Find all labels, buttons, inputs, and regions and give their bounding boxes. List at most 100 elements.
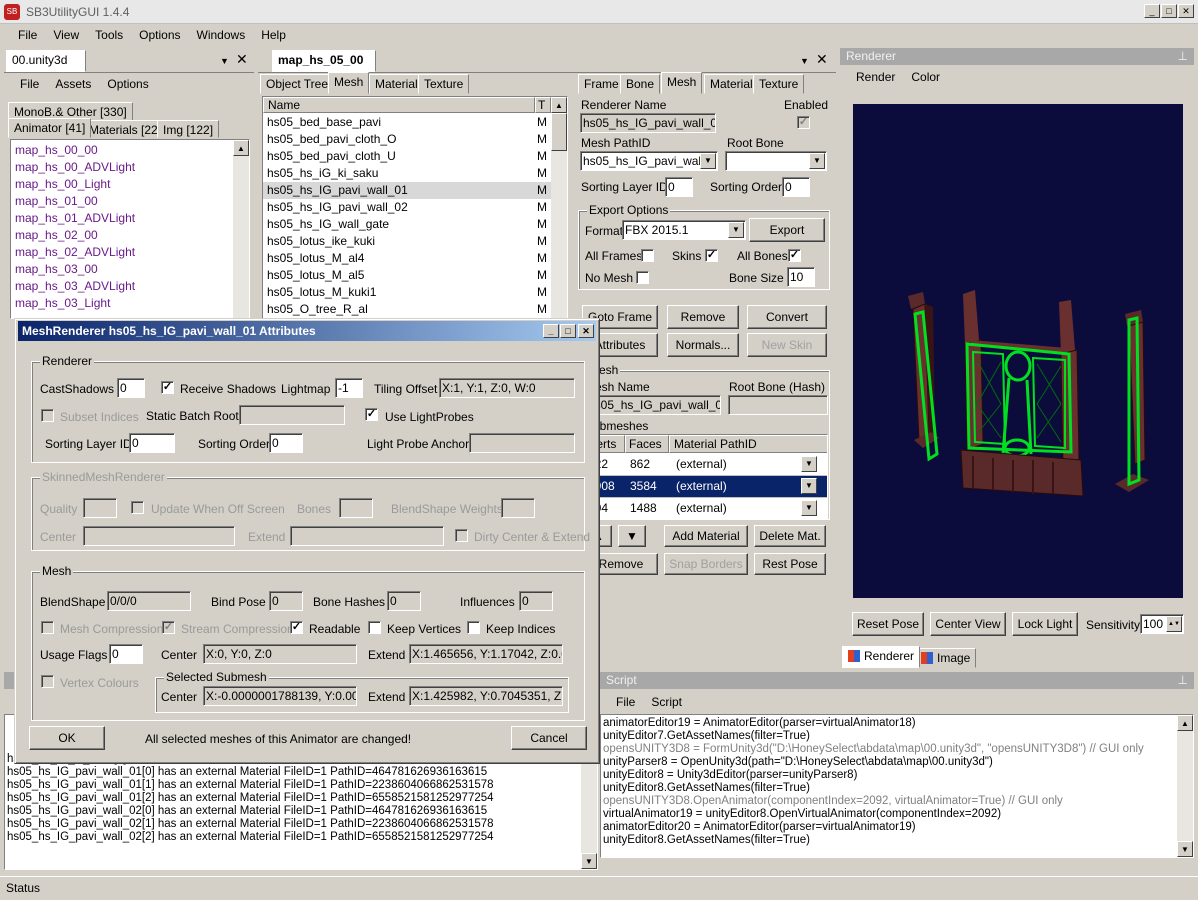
- animator-list-item[interactable]: map_hs_03_00: [11, 261, 249, 278]
- menu-color[interactable]: Color: [911, 70, 940, 84]
- snap-borders-button[interactable]: Snap Borders: [664, 553, 748, 575]
- chevron-down-icon[interactable]: ▼: [801, 478, 817, 494]
- chevron-down-icon[interactable]: ▼: [700, 153, 716, 169]
- quality-field[interactable]: [83, 498, 117, 518]
- tab-texture-props[interactable]: Texture: [753, 74, 805, 94]
- maximize-button[interactable]: □: [560, 324, 576, 338]
- menu-windows[interactable]: Windows: [197, 28, 246, 42]
- lock-light-button[interactable]: Lock Light: [1012, 612, 1078, 636]
- close-icon[interactable]: ✕: [1178, 4, 1194, 18]
- column-header-name[interactable]: Name: [263, 97, 535, 113]
- panel-close-icon[interactable]: ✕: [236, 52, 248, 66]
- renderer-name-field[interactable]: hs05_hs_IG_pavi_wall_01: [580, 113, 716, 133]
- all-frames-checkbox[interactable]: [641, 249, 654, 262]
- lightmap-field[interactable]: -1: [335, 378, 363, 398]
- chevron-down-icon[interactable]: ▼: [801, 456, 817, 472]
- update-offscreen-checkbox[interactable]: [131, 501, 144, 514]
- sensitivity-stepper[interactable]: 100 ▲▼: [1140, 614, 1184, 634]
- submesh-row[interactable]: 8041488(external)▼: [585, 498, 827, 519]
- script-menu-script[interactable]: Script: [651, 695, 682, 709]
- animator-list-item[interactable]: map_hs_01_00: [11, 193, 249, 210]
- cast-shadows-field[interactable]: 0: [117, 378, 145, 398]
- animator-list-item[interactable]: map_hs_02_00: [11, 227, 249, 244]
- rest-pose-button[interactable]: Rest Pose: [754, 553, 826, 575]
- left-menu-file[interactable]: File: [20, 77, 39, 91]
- mesh-name-field[interactable]: hs05_hs_IG_pavi_wall_01: [585, 395, 721, 415]
- sorting-layer-field[interactable]: 0: [665, 177, 693, 197]
- submesh-row[interactable]: 622862(external)▼: [585, 454, 827, 476]
- sorting-order-field[interactable]: 0: [782, 177, 810, 197]
- chevron-down-icon[interactable]: ▼: [728, 222, 744, 238]
- tab-animator[interactable]: Animator [41]: [8, 118, 92, 138]
- script-scrollbar[interactable]: ▲ ▼: [1177, 715, 1193, 857]
- extend-field[interactable]: [290, 526, 444, 546]
- scroll-up-icon[interactable]: ▲: [233, 140, 249, 156]
- submesh-row[interactable]: 1908 3584 (external) ▼: [585, 476, 827, 498]
- remove-button[interactable]: Remove: [667, 305, 739, 329]
- new-skin-button[interactable]: New Skin: [747, 333, 827, 357]
- mesh-list-row[interactable]: hs05_lotus_ike_kuki M: [263, 233, 551, 250]
- tab-object-tree[interactable]: Object Tree: [260, 74, 335, 94]
- mesh-list-row[interactable]: hs05_lotus_M_al4 M: [263, 250, 551, 267]
- center-view-button[interactable]: Center View: [930, 612, 1006, 636]
- tab-unity3d-file[interactable]: 00.unity3d: [6, 50, 86, 72]
- tab-bone[interactable]: Bone: [620, 74, 661, 94]
- animator-list-item[interactable]: map_hs_00_00: [11, 142, 249, 159]
- mesh-extend-field[interactable]: X:1.465656, Y:1.17042, Z:0.092: [409, 644, 563, 664]
- tab-materials[interactable]: Materials [22]: [83, 120, 168, 138]
- tab-mesh-props[interactable]: Mesh: [661, 72, 703, 94]
- animator-list-item[interactable]: map_hs_00_Light: [11, 176, 249, 193]
- bone-hashes-field[interactable]: 0: [387, 591, 421, 611]
- tab-material[interactable]: Material: [369, 74, 424, 94]
- sorting-order-field[interactable]: 0: [269, 433, 303, 453]
- animator-list-item[interactable]: map_hs_00_ADVLight: [11, 159, 249, 176]
- bone-size-field[interactable]: 10: [787, 267, 815, 287]
- keep-indices-checkbox[interactable]: [467, 621, 480, 634]
- chevron-down-icon[interactable]: ▼: [801, 500, 817, 516]
- blendshape-weights-field[interactable]: [501, 498, 535, 518]
- convert-button[interactable]: Convert: [747, 305, 827, 329]
- tab-map-hs[interactable]: map_hs_05_00: [272, 50, 376, 72]
- mesh-list-row[interactable]: hs05_hs_IG_pavi_wall_01 M: [263, 182, 551, 199]
- tab-frame[interactable]: Frame: [578, 74, 625, 94]
- scroll-down-icon[interactable]: ▼: [1177, 841, 1193, 857]
- animator-list-scrollbar[interactable]: ▲: [233, 140, 249, 318]
- submesh-center-field[interactable]: X:-0.0000001788139, Y:0.0002: [203, 686, 357, 706]
- animator-list-item[interactable]: map_hs_03_Light: [11, 295, 249, 312]
- tiling-offset-field[interactable]: X:1, Y:1, Z:0, W:0: [439, 378, 575, 398]
- left-menu-options[interactable]: Options: [107, 77, 148, 91]
- center-down-icon[interactable]: ▼: [800, 54, 809, 68]
- renderer-viewport[interactable]: [853, 104, 1183, 598]
- panel-down-icon[interactable]: ▼: [220, 54, 229, 68]
- mesh-list-row[interactable]: hs05_bed_pavi_cloth_O M: [263, 131, 551, 148]
- add-material-button[interactable]: Add Material: [664, 525, 748, 547]
- submesh-grid[interactable]: Verts Faces Material PathID 622862(exter…: [584, 434, 828, 520]
- cancel-button[interactable]: Cancel: [511, 726, 587, 750]
- column-header-type[interactable]: T: [535, 97, 551, 113]
- scroll-up-icon[interactable]: ▲: [1177, 715, 1193, 731]
- reset-pose-button[interactable]: Reset Pose: [852, 612, 924, 636]
- dialog-close-icon[interactable]: ✕: [578, 324, 594, 338]
- usage-flags-field[interactable]: 0: [109, 644, 143, 664]
- receive-shadows-checkbox[interactable]: ✓: [161, 381, 174, 394]
- menu-help[interactable]: Help: [261, 28, 286, 42]
- static-batch-field[interactable]: [239, 405, 345, 425]
- menu-file[interactable]: File: [18, 28, 37, 42]
- mesh-list-row[interactable]: hs05_hs_IG_pavi_wall_02 M: [263, 199, 551, 216]
- animator-list-item[interactable]: map_hs_02_ADVLight: [11, 244, 249, 261]
- script-menu-file[interactable]: File: [616, 695, 635, 709]
- scroll-down-icon[interactable]: ▼: [581, 853, 597, 869]
- mesh-list-row[interactable]: hs05_O_tree_R_al M: [263, 301, 551, 318]
- submesh-extend-field[interactable]: X:1.425982, Y:0.7045351, Z:0.0: [409, 686, 563, 706]
- move-down-button[interactable]: ▼: [618, 525, 646, 547]
- normals-button[interactable]: Normals...: [667, 333, 739, 357]
- delete-material-button[interactable]: Delete Mat.: [754, 525, 826, 547]
- tab-image[interactable]: Image: [915, 648, 977, 668]
- sorting-layer-field[interactable]: 0: [129, 433, 175, 453]
- mesh-list[interactable]: Name T hs05_bed_base_pavi Mhs05_bed_pavi_…: [262, 96, 568, 326]
- mesh-list-row[interactable]: hs05_bed_pavi_cloth_U M: [263, 148, 551, 165]
- menu-view[interactable]: View: [53, 28, 79, 42]
- tab-renderer[interactable]: Renderer: [842, 646, 921, 668]
- animator-list[interactable]: map_hs_00_00 map_hs_00_ADVLight map_hs_00_…: [10, 139, 250, 319]
- left-menu-assets[interactable]: Assets: [55, 77, 91, 91]
